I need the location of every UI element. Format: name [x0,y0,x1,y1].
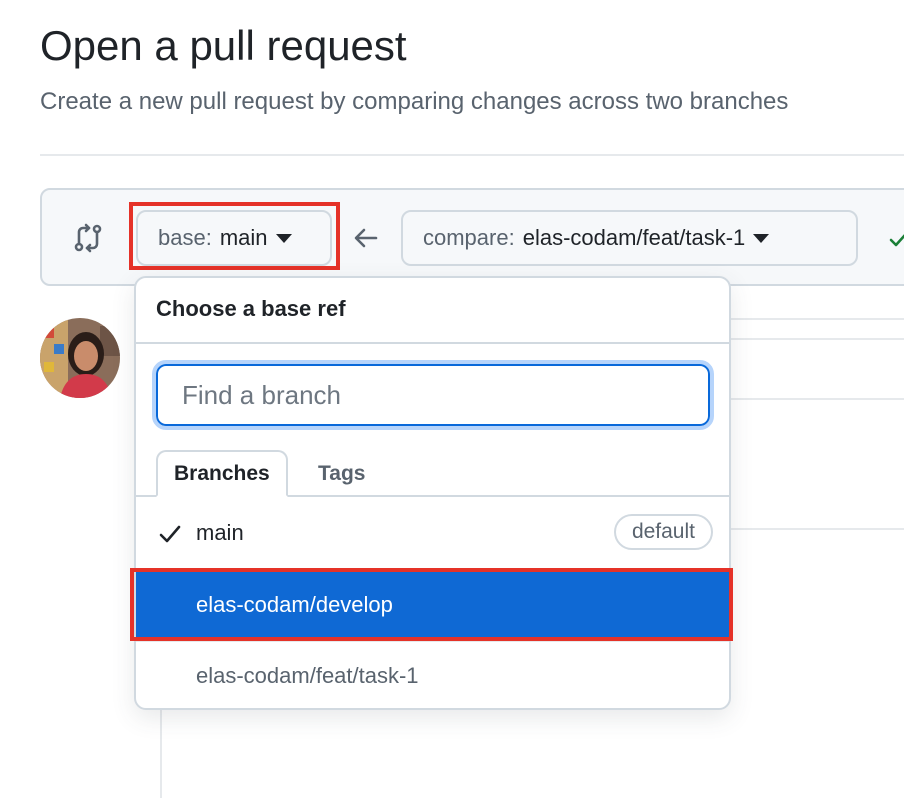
base-branch-button[interactable]: base: main [136,210,332,266]
branch-item-main[interactable]: main default [136,498,729,568]
branch-item-label: elas-codam/develop [196,592,393,617]
caret-down-icon [275,233,292,243]
branch-item-develop[interactable]: elas-codam/develop [136,570,729,640]
git-compare-icon [74,223,102,253]
page-title: Open a pull request [40,22,407,69]
base-value: main [219,225,268,250]
branch-item-feat-task-1[interactable]: elas-codam/feat/task-1 [136,640,729,708]
caret-down-icon [753,233,770,243]
base-ref-dropdown: Choose a base ref Branches Tags main def… [134,276,731,710]
branch-filter-input[interactable] [152,360,714,430]
branch-item-label: main [196,520,244,545]
dropdown-title: Choose a base ref [156,296,346,321]
check-icon [889,234,904,247]
page-subtitle: Create a new pull request by comparing c… [40,88,789,115]
compare-branch-button[interactable]: compare: elas-codam/feat/task-1 [401,210,858,266]
compare-value: elas-codam/feat/task-1 [522,225,746,250]
tab-tags[interactable]: Tags [302,450,381,497]
check-icon [159,525,181,543]
base-label: base: [158,225,212,250]
avatar [40,318,120,398]
branch-item-label: elas-codam/feat/task-1 [196,663,419,688]
default-badge: default [613,514,713,550]
divider [136,342,729,344]
tab-branches[interactable]: Branches [156,450,288,497]
arrow-left-icon [354,228,378,248]
divider [40,154,904,156]
compare-label: compare: [423,225,515,250]
